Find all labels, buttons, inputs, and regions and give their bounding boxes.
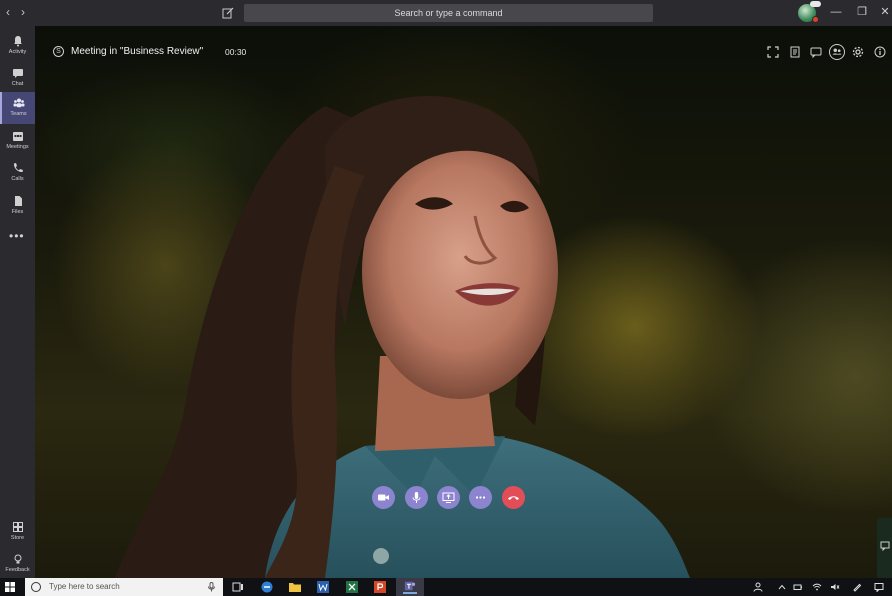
rail-item-store[interactable]: Store — [0, 516, 35, 548]
rail-label: Meetings — [6, 144, 29, 150]
edge-browser-icon[interactable] — [260, 580, 274, 594]
taskbar-search-placeholder: Type here to search — [49, 582, 120, 591]
app-rail: Activity Chat Teams Meetings Calls Files… — [0, 26, 35, 578]
file-icon — [14, 196, 22, 206]
rail-label: Store — [10, 535, 25, 541]
share-screen-button[interactable] — [437, 486, 460, 509]
bell-icon — [13, 36, 22, 47]
more-actions-button[interactable] — [469, 486, 492, 509]
rail-item-teams[interactable]: Teams — [0, 92, 35, 124]
battery-icon[interactable] — [793, 582, 803, 592]
lightbulb-icon — [14, 554, 21, 564]
microphone-icon[interactable] — [207, 582, 216, 592]
compose-icon[interactable] — [221, 6, 235, 20]
video-icon — [378, 494, 389, 501]
minimize-button[interactable]: — — [829, 5, 843, 19]
rail-label: Teams — [10, 111, 27, 117]
calendar-icon — [12, 132, 23, 141]
rail-label: Calls — [11, 176, 24, 182]
rail-item-activity[interactable]: Activity — [0, 30, 35, 62]
rail-item-feedback[interactable]: Feedback — [0, 548, 35, 580]
rail-item-files[interactable]: Files — [0, 190, 35, 222]
teams-window: ‹ › Search or type a command — ❐ ✕ Activ… — [0, 0, 892, 596]
back-icon[interactable]: ‹ — [6, 5, 10, 19]
settings-gear-icon[interactable] — [852, 46, 864, 58]
status-bubble-icon — [810, 1, 821, 7]
file-explorer-icon[interactable] — [288, 580, 302, 594]
fullscreen-icon[interactable] — [767, 46, 779, 58]
notes-icon[interactable] — [789, 46, 801, 58]
mic-toggle-button[interactable] — [405, 486, 428, 509]
camera-toggle-button[interactable] — [372, 486, 395, 509]
teams-icon — [13, 98, 24, 108]
store-icon — [12, 522, 23, 532]
action-center-icon[interactable] — [874, 582, 884, 592]
rail-label: Chat — [11, 81, 24, 87]
pen-ink-icon[interactable] — [852, 582, 862, 592]
rail-item-calls[interactable]: Calls — [0, 157, 35, 189]
chat-panel-tab[interactable] — [877, 518, 892, 578]
mic-icon — [412, 492, 421, 503]
participants-icon[interactable] — [829, 44, 845, 60]
close-button[interactable]: ✕ — [878, 5, 892, 19]
chevron-up-icon[interactable] — [777, 582, 787, 592]
chat-bubble-icon — [880, 541, 890, 551]
cortana-icon — [31, 582, 41, 592]
windows-taskbar: Type here to search — [0, 578, 892, 596]
restore-button[interactable]: ❐ — [855, 5, 869, 19]
rail-label: Activity — [8, 49, 27, 55]
rail-item-chat[interactable]: Chat — [0, 62, 35, 94]
participant-video — [115, 96, 690, 578]
taskbar-search-input[interactable]: Type here to search — [25, 578, 223, 596]
meeting-timer: 00:30 — [225, 47, 247, 57]
presence-busy-icon — [812, 16, 819, 23]
command-search-input[interactable]: Search or type a command — [244, 4, 653, 22]
volume-icon[interactable] — [830, 582, 840, 592]
teams-app-icon[interactable] — [403, 580, 417, 594]
word-icon[interactable] — [316, 580, 330, 594]
conversation-icon[interactable] — [810, 46, 822, 58]
task-view-icon[interactable] — [231, 580, 245, 594]
hangup-button[interactable] — [502, 486, 525, 509]
info-icon[interactable] — [874, 46, 886, 58]
wifi-icon[interactable] — [812, 582, 822, 592]
share-screen-icon — [442, 492, 455, 503]
windows-start-icon[interactable] — [5, 582, 15, 592]
chat-icon — [12, 69, 23, 78]
rail-label: Files — [11, 209, 24, 215]
rail-item-meetings[interactable]: Meetings — [0, 125, 35, 157]
hangup-icon — [508, 496, 519, 500]
phone-icon — [13, 163, 23, 173]
video-stage: S — [35, 26, 892, 578]
forward-icon[interactable]: › — [21, 5, 25, 19]
title-bar: ‹ › Search or type a command — ❐ ✕ — [0, 0, 892, 26]
meeting-title: Meeting in "Business Review" — [71, 46, 204, 57]
more-apps-icon[interactable]: ••• — [9, 229, 25, 243]
powerpoint-icon[interactable] — [373, 580, 387, 594]
excel-icon[interactable] — [345, 580, 359, 594]
meeting-status-icon: S — [53, 46, 64, 57]
more-icon — [475, 496, 486, 499]
rail-label: Feedback — [5, 567, 30, 573]
people-icon[interactable] — [753, 582, 763, 592]
